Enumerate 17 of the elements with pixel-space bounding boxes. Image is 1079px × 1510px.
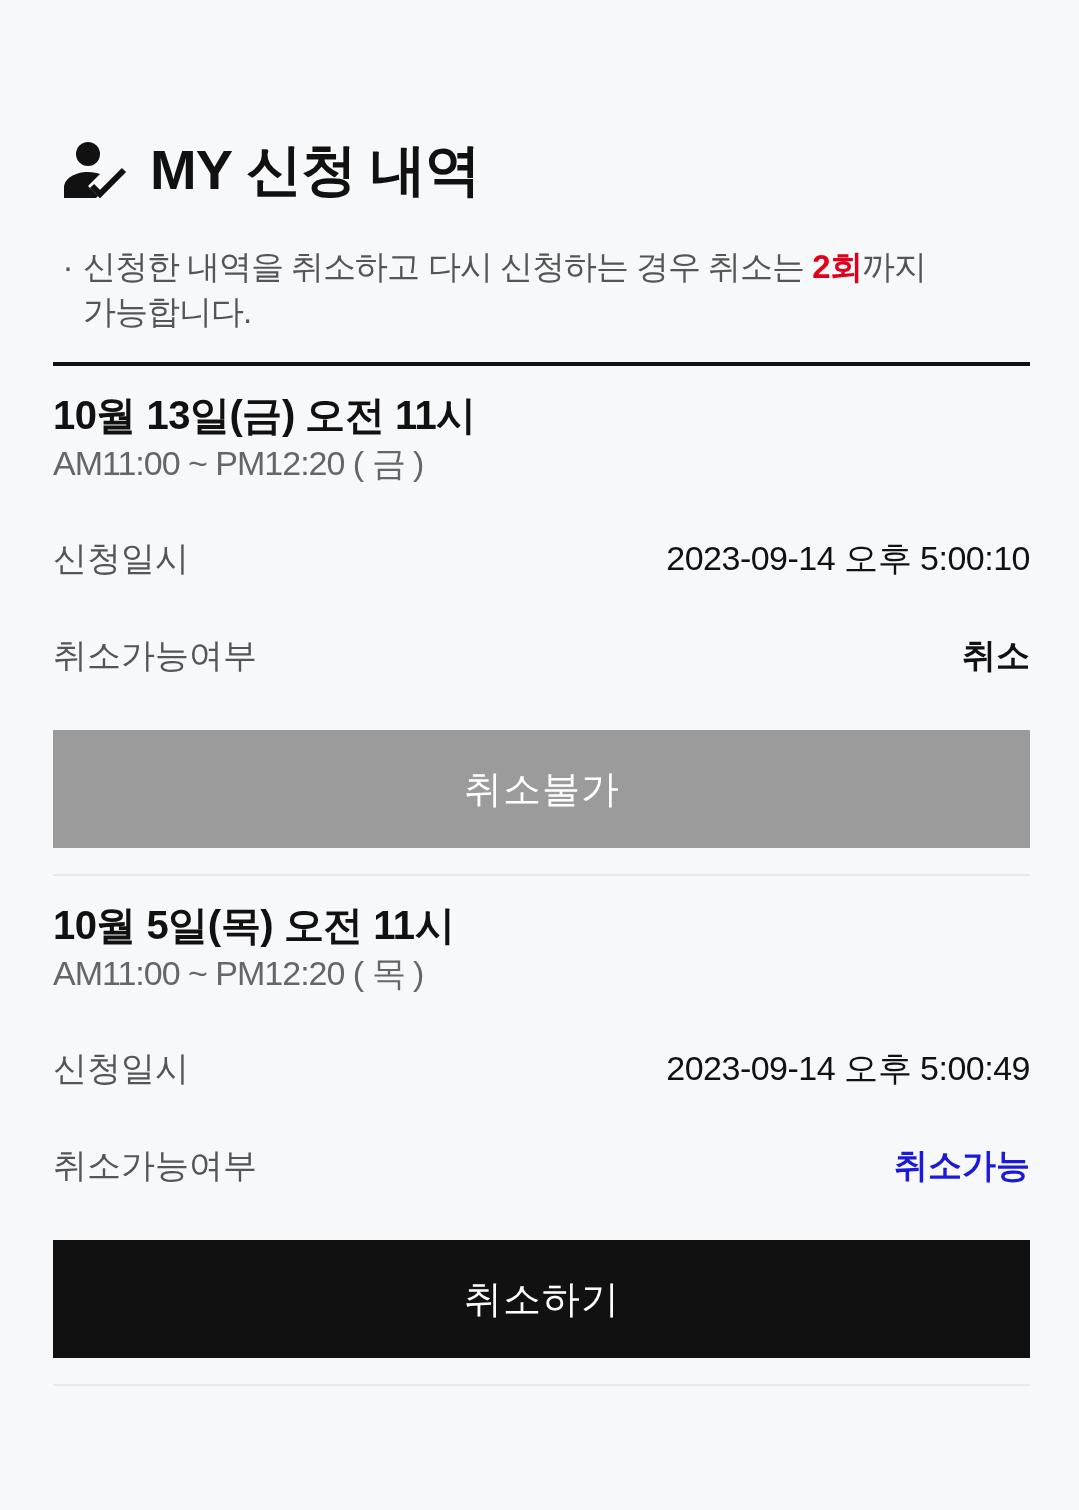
cancel-status-label: 취소가능여부	[53, 1144, 257, 1186]
cancel-status-value: 취소	[962, 634, 1030, 676]
user-check-icon	[62, 142, 128, 198]
applied-at-value: 2023-09-14 오후 5:00:10	[666, 537, 1030, 579]
session-title: 10월 5일(목) 오전 11시	[53, 902, 455, 949]
bullet-icon: ·	[53, 244, 83, 289]
applied-at-label: 신청일시	[53, 1047, 189, 1089]
applied-at-value: 2023-09-14 오후 5:00:49	[666, 1047, 1030, 1089]
cancel-button[interactable]: 취소하기	[53, 1240, 1030, 1358]
notice-text: 신청한 내역을 취소하고 다시 신청하는 경우 취소는 2회까지 가능합니다.	[83, 247, 927, 332]
session-time: AM11:00 ~ PM12:20 ( 목 )	[53, 953, 425, 994]
cancel-status-label: 취소가능여부	[53, 634, 257, 676]
cancel-status-value: 취소가능	[894, 1144, 1030, 1186]
session-time: AM11:00 ~ PM12:20 ( 금 )	[53, 443, 425, 484]
session-title: 10월 13일(금) 오전 11시	[53, 392, 477, 439]
applied-at-label: 신청일시	[53, 537, 189, 579]
page-title: MY 신청 내역	[150, 137, 481, 203]
